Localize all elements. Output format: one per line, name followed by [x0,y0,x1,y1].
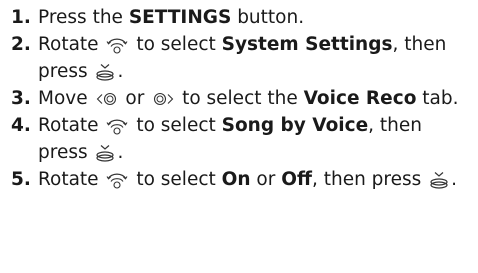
system-settings-label: System Settings [221,34,393,55]
step-number: 4. [11,115,31,136]
step-text: tab. [416,88,459,109]
interface-dial-press-icon [95,143,115,163]
step-text: . [117,142,124,163]
step-text: Press the [38,7,129,28]
step-text: Rotate [38,34,105,55]
step-number: 5. [11,169,31,190]
on-option-label: On [221,169,251,190]
interface-dial-press-icon [95,62,115,82]
interface-dial-move-left-icon [96,92,118,106]
step-text: to select [130,115,222,136]
step-text: . [451,169,458,190]
interface-dial-rotate-icon [106,36,128,54]
step-number: 2. [11,34,31,55]
interface-dial-rotate-icon [106,171,128,189]
step-5: 5. Rotate to select On or Off, then pres… [11,166,470,193]
interface-dial-move-right-icon [152,92,174,106]
step-text: to select the [176,88,304,109]
step-text: or [119,88,151,109]
step-text: , then press [311,169,428,190]
step-text: Rotate [38,115,105,136]
step-text: button. [231,7,305,28]
off-option-label: Off [281,169,312,190]
step-number: 1. [11,7,31,28]
step-2: 2. Rotate to select System Settings, the… [11,31,470,85]
interface-dial-rotate-icon [106,117,128,135]
song-by-voice-label: Song by Voice [221,115,369,136]
step-text: or [250,169,282,190]
voice-reco-label: Voice Reco [303,88,417,109]
step-4: 4. Rotate to select Song by Voice, then … [11,112,470,166]
instruction-steps: 1. Press the SETTINGS button. 2. Rotate … [0,0,478,273]
step-text: to select [130,169,222,190]
step-number: 3. [11,88,31,109]
step-text: to select [130,34,222,55]
step-text: . [117,61,124,82]
step-text: Move [38,88,94,109]
step-text: Rotate [38,169,105,190]
settings-button-label: SETTINGS [128,7,232,28]
interface-dial-press-icon [429,170,449,190]
step-3: 3. Move or to select the Voice Reco tab. [11,85,470,112]
step-1: 1. Press the SETTINGS button. [11,4,470,31]
